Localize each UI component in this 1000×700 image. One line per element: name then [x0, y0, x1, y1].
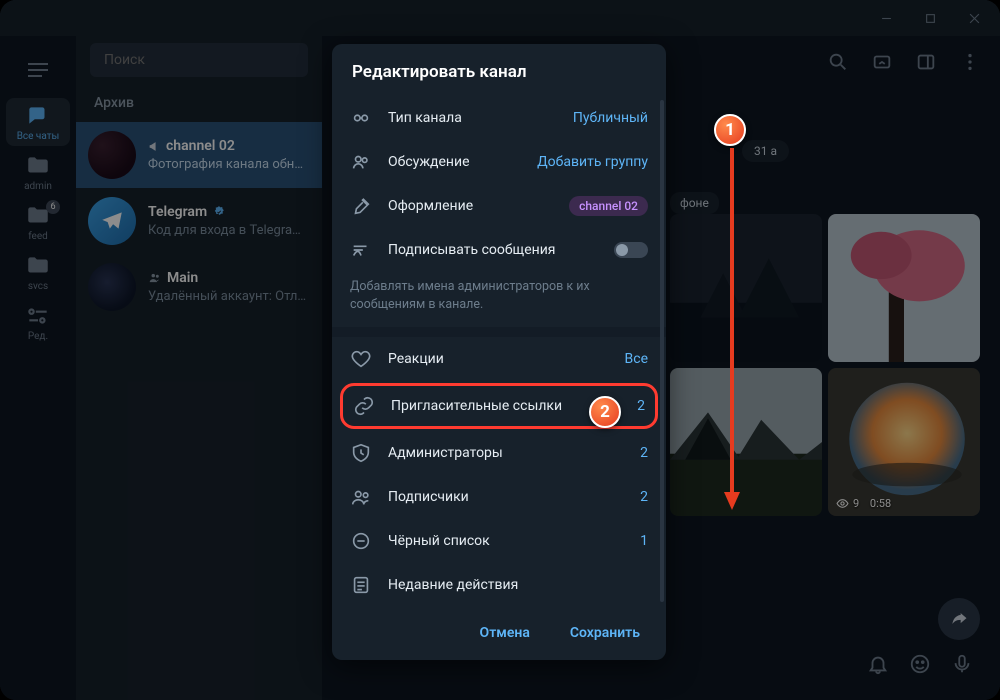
modal-footer: Отмена Сохранить: [332, 606, 666, 660]
signature-icon: [350, 239, 372, 261]
row-reactions[interactable]: Реакции Все: [332, 337, 666, 381]
shield-icon: [350, 442, 372, 464]
value: Публичный: [573, 110, 648, 126]
row-sign-messages[interactable]: Подписывать сообщения: [332, 228, 666, 272]
row-subscribers[interactable]: Подписчики 2: [332, 475, 666, 519]
theme-chip: channel 02: [569, 196, 648, 216]
group-icon: [350, 151, 372, 173]
value: Все: [625, 351, 648, 367]
toggle-off[interactable]: [614, 242, 648, 258]
row-recent-actions[interactable]: Недавние действия: [332, 563, 666, 606]
row-discussion[interactable]: Обсуждение Добавить группу: [332, 140, 666, 184]
ban-icon: [350, 530, 372, 552]
value: 1: [640, 533, 648, 549]
sign-note: Добавлять имена администраторов к их соо…: [332, 272, 666, 327]
modal-title: Редактировать канал: [332, 44, 666, 96]
people-icon: [350, 486, 372, 508]
value: 2: [640, 445, 648, 461]
lock-icon: [350, 107, 372, 129]
separator: [332, 327, 666, 337]
row-blacklist[interactable]: Чёрный список 1: [332, 519, 666, 563]
link-icon: [353, 395, 375, 417]
annotation-arrow: [720, 144, 744, 514]
row-channel-type[interactable]: Тип канала Публичный: [332, 96, 666, 140]
save-button[interactable]: Сохранить: [554, 617, 656, 649]
row-admins[interactable]: Администраторы 2: [332, 431, 666, 475]
edit-channel-modal: Редактировать канал Тип канала Публичный…: [332, 44, 666, 660]
log-icon: [350, 574, 372, 596]
annotation-badge-2: 2: [589, 396, 621, 428]
app-window: Все чаты admin feed 6 svcs Ред.: [0, 0, 1000, 700]
cancel-button[interactable]: Отмена: [464, 617, 546, 649]
value: 2: [637, 398, 645, 414]
value: Добавить группу: [537, 154, 648, 170]
heart-icon: [350, 348, 372, 370]
brush-icon: [350, 195, 372, 217]
value: 2: [640, 489, 648, 505]
annotation-badge-1: 1: [714, 114, 746, 146]
row-theme[interactable]: Оформление channel 02: [332, 184, 666, 228]
